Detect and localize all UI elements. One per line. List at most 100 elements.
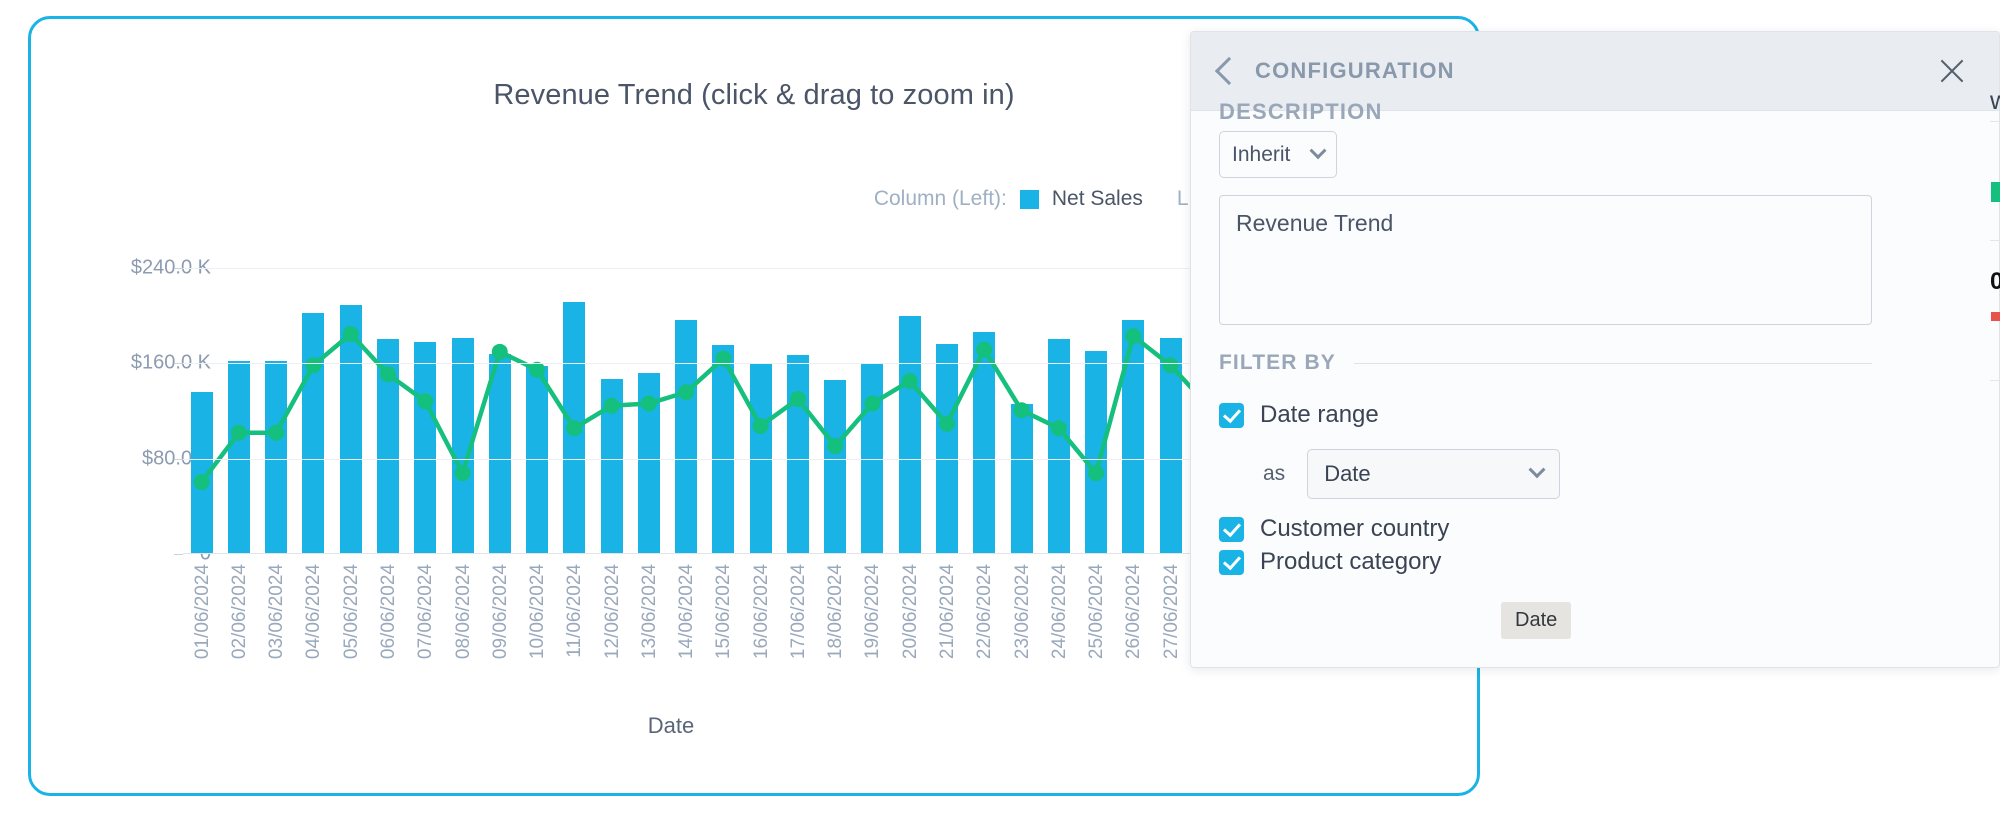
partial-text: w <box>1990 85 2000 115</box>
line-path <box>199 331 1285 485</box>
x-axis-tick-label: 25/06/2024 <box>1086 564 1108 660</box>
as-label: as <box>1263 462 1286 485</box>
line-point[interactable] <box>901 373 918 390</box>
filter-checkbox-product-category[interactable]: Product category <box>1219 548 1441 576</box>
line-point[interactable] <box>1125 328 1142 345</box>
line-point[interactable] <box>193 474 210 491</box>
line-point[interactable] <box>938 415 955 432</box>
line-point[interactable] <box>1050 420 1067 437</box>
x-axis-tick-label: 01/06/2024 <box>191 564 213 660</box>
red-bar-indicator <box>1991 312 2000 321</box>
square-swatch-icon <box>1019 189 1039 209</box>
x-axis-tick-label: 02/06/2024 <box>228 564 250 660</box>
chevron-down-icon <box>1309 141 1327 159</box>
filter-label: Customer country <box>1260 515 1450 542</box>
chevron-left-icon[interactable] <box>1214 56 1244 86</box>
line-point[interactable] <box>305 357 322 374</box>
line-point[interactable] <box>491 343 508 360</box>
gridline <box>183 458 1301 460</box>
x-axis-tick-label: 03/06/2024 <box>266 564 288 660</box>
x-axis-tick-label: 07/06/2024 <box>415 564 437 660</box>
date-range-type-select[interactable]: Date <box>1307 449 1561 499</box>
x-axis-tick-label: 04/06/2024 <box>303 564 325 660</box>
plot-canvas[interactable] <box>174 244 1310 555</box>
filter-checkbox-customer-country[interactable]: Customer country <box>1219 515 1449 543</box>
line-point[interactable] <box>230 424 247 441</box>
line-point[interactable] <box>678 384 695 401</box>
description-mode-select[interactable]: Inherit <box>1219 131 1337 178</box>
line-point[interactable] <box>864 395 881 412</box>
description-section-label: DESCRIPTION <box>1219 99 1383 124</box>
x-axis-line <box>183 553 1301 554</box>
x-axis-tick-label: 06/06/2024 <box>377 564 399 660</box>
x-axis-title: Date <box>647 713 695 738</box>
x-axis-tick-labels: 01/06/2024 02/06/2024 03/06/2024 04/06/2024… <box>183 564 1301 694</box>
x-axis-tick-label: 20/06/2024 <box>899 564 921 660</box>
line-point[interactable] <box>454 465 471 482</box>
x-axis-tick-label: 12/06/2024 <box>601 564 623 660</box>
chevron-down-icon <box>1528 461 1546 479</box>
line-point[interactable] <box>976 341 993 358</box>
x-axis-tick-label: 15/06/2024 <box>713 564 735 660</box>
axis-tick <box>174 363 183 365</box>
description-mode-value: Inherit <box>1232 142 1291 166</box>
line-point[interactable] <box>789 391 806 407</box>
filter-by-section-header: FILTER BY <box>1219 351 1872 375</box>
line-point[interactable] <box>827 438 844 455</box>
date-range-as-row: as Date <box>1263 449 1561 499</box>
partial-value: 0 <box>1990 268 2000 295</box>
filter-checkbox-date-range[interactable]: Date range <box>1219 401 1379 429</box>
gridline <box>183 267 1301 269</box>
line-point[interactable] <box>1162 357 1179 374</box>
tooltip: Date <box>1501 602 1572 639</box>
checkbox-checked-icon[interactable] <box>1219 549 1244 575</box>
x-axis-tick-label: 05/06/2024 <box>340 564 362 660</box>
configuration-panel: CONFIGURATION DESCRIPTION Inherit Revenu… <box>1190 31 2000 668</box>
x-axis-tick-label: 19/06/2024 <box>862 564 884 660</box>
x-axis-tick-label: 13/06/2024 <box>638 564 660 660</box>
filter-by-label: FILTER BY <box>1219 351 1336 374</box>
line-point[interactable] <box>566 420 583 437</box>
date-range-type-value: Date <box>1324 461 1371 486</box>
filter-label: Product category <box>1260 548 1442 575</box>
line-series-net-orders <box>193 325 1291 491</box>
description-textarea[interactable]: Revenue Trend <box>1219 195 1872 325</box>
line-point[interactable] <box>640 395 657 412</box>
close-icon[interactable] <box>1937 56 1967 86</box>
configuration-panel-title: CONFIGURATION <box>1255 58 1455 83</box>
green-bar-indicator <box>1991 182 2000 202</box>
filter-label: Date range <box>1260 401 1379 428</box>
line-point[interactable] <box>1088 465 1105 482</box>
x-axis-tick-label: 17/06/2024 <box>787 564 809 660</box>
gridline <box>183 363 1301 365</box>
x-axis-tick-label: 24/06/2024 <box>1048 564 1070 660</box>
x-axis-tick-label: 18/06/2024 <box>825 564 847 660</box>
x-axis-tick-label: 27/06/2024 <box>1160 564 1182 660</box>
line-point[interactable] <box>752 417 769 434</box>
x-axis-tick-label: 11/06/2024 <box>564 564 586 658</box>
legend-item-net-sales[interactable]: Column (Left): Net Sales <box>874 187 1143 211</box>
checkbox-checked-icon[interactable] <box>1219 402 1244 428</box>
screen: Revenue Trend (click & drag to zoom in) … <box>0 0 2000 819</box>
axis-tick <box>174 267 183 269</box>
line-point[interactable] <box>342 325 359 342</box>
x-axis-tick-label: 26/06/2024 <box>1123 564 1145 660</box>
legend-series-label: Net Sales <box>1051 187 1143 210</box>
x-axis-tick-label: 09/06/2024 <box>489 564 511 660</box>
line-point[interactable] <box>603 397 620 414</box>
x-axis-tick-label: 22/06/2024 <box>974 564 996 660</box>
x-axis-tick-label: 08/06/2024 <box>452 564 474 660</box>
axis-tick <box>174 458 183 460</box>
x-axis-tick-label: 16/06/2024 <box>750 564 772 660</box>
section-divider <box>1353 362 1872 364</box>
line-point[interactable] <box>1013 402 1030 419</box>
line-point[interactable] <box>379 366 396 383</box>
line-point[interactable] <box>268 424 285 441</box>
right-edge-partial-panel: w 0 <box>1990 0 2000 819</box>
x-axis-tick-label: 21/06/2024 <box>936 564 958 660</box>
checkbox-checked-icon[interactable] <box>1219 516 1244 542</box>
x-axis-tick-label: 14/06/2024 <box>676 564 698 660</box>
legend-role-label: Column (Left): <box>873 187 1007 210</box>
line-point[interactable] <box>417 393 434 410</box>
x-axis-tick-label: 10/06/2024 <box>527 564 549 660</box>
